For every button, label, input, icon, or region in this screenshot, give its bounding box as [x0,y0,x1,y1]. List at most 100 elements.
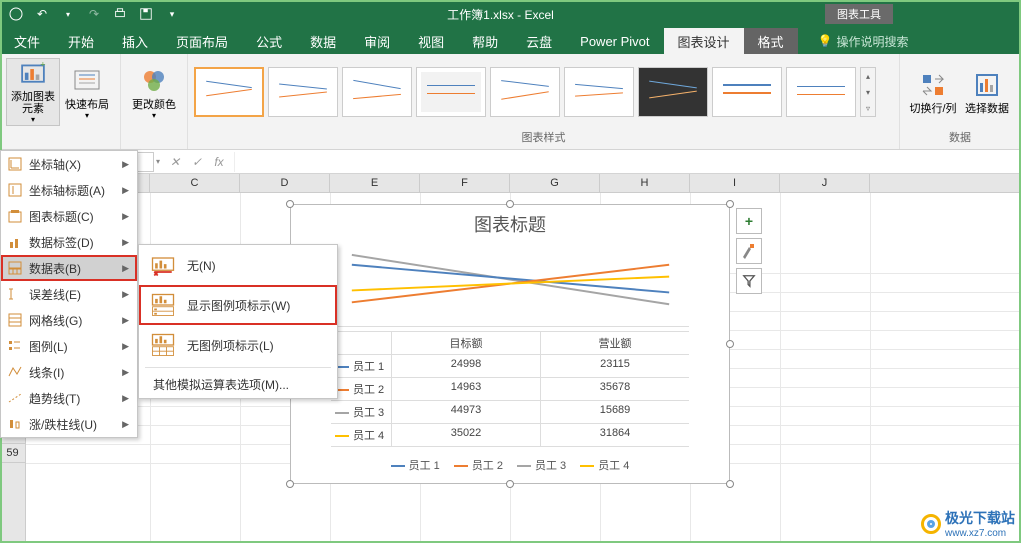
add-chart-element-label: 添加图表元素 [8,91,58,115]
row-header[interactable]: 59 [0,444,25,463]
col-header[interactable]: D [240,174,330,192]
menu-data-labels[interactable]: 数据标签(D)▶ [1,229,137,255]
menu-label: 趋势线(T) [29,390,80,407]
tab-help[interactable]: 帮助 [458,28,512,54]
chart-styles-button[interactable] [736,238,762,264]
menu-trendline[interactable]: 趋势线(T)▶ [1,385,137,411]
tab-format[interactable]: 格式 [744,28,798,54]
cancel-formula-button[interactable]: ✕ [164,152,186,172]
submenu-none[interactable]: 无(N) [139,245,337,285]
tab-view[interactable]: 视图 [404,28,458,54]
menu-lines[interactable]: 线条(I)▶ [1,359,137,385]
chart-style-3[interactable] [342,67,412,117]
menu-updown-bars[interactable]: 涨/跌柱线(U)▶ [1,411,137,437]
menu-label: 数据标签(D) [29,234,94,251]
menu-data-table[interactable]: 数据表(B)▶ [1,255,137,281]
dt-value: 44973 [391,401,540,423]
watermark-name: 极光下载站 [945,508,1015,528]
formula-bar: ▾ ✕ ✓ fx [0,150,1021,174]
undo-menu[interactable]: ▾ [56,2,80,26]
tab-formula[interactable]: 公式 [242,28,296,54]
chart-style-6[interactable] [564,67,634,117]
tab-file[interactable]: 文件 [0,28,54,54]
col-header[interactable]: G [510,174,600,192]
tab-data[interactable]: 数据 [296,28,350,54]
style-gallery-scroll[interactable]: ▴▾▿ [860,67,876,117]
submenu-more-options[interactable]: 其他模拟运算表选项(M)... [139,370,337,398]
undo-button[interactable]: ↶ [30,2,54,26]
chart-title[interactable]: 图表标题 [291,205,729,243]
menu-error-bars[interactable]: 误差线(E)▶ [1,281,137,307]
quick-access-toolbar: ↶ ▾ ↷ ▾ [4,2,184,26]
col-header[interactable]: F [420,174,510,192]
contextual-tab-label: 图表工具 [825,4,893,24]
col-header[interactable]: C [150,174,240,192]
chart-filter-button[interactable] [736,268,762,294]
menu-gridlines[interactable]: 网格线(G)▶ [1,307,137,333]
dt-value: 35678 [540,378,689,400]
tab-layout[interactable]: 页面布局 [162,28,242,54]
col-header[interactable]: H [600,174,690,192]
autosave-icon[interactable] [4,2,28,26]
dt-value: 35022 [391,424,540,446]
switch-row-col-button[interactable]: 切换行/列 [906,58,960,126]
fx-button[interactable]: fx [208,152,230,172]
enter-formula-button[interactable]: ✓ [186,152,208,172]
quick-layout-label: 快速布局 [65,99,109,111]
dt-value: 31864 [540,424,689,446]
tab-review[interactable]: 审阅 [350,28,404,54]
menu-label: 涨/跌柱线(U) [29,416,97,433]
tab-cloud[interactable]: 云盘 [512,28,566,54]
add-chart-element-menu: 坐标轴(X)▶ 坐标轴标题(A)▶ 图表标题(C)▶ 数据标签(D)▶ 数据表(… [0,150,138,438]
chart-plot-area[interactable]: 50000 40000 30000 20000 10000 0 [331,247,689,327]
ribbon: + 添加图表元素 ▾ 快速布局 ▾ 更改颜色 ▾ ▴▾▿ [0,54,1021,150]
save-button[interactable] [134,2,158,26]
tab-home[interactable]: 开始 [54,28,108,54]
menu-label: 坐标轴(X) [29,156,81,173]
add-chart-element-button[interactable]: + 添加图表元素 ▾ [6,58,60,126]
menu-axis[interactable]: 坐标轴(X)▶ [1,151,137,177]
menu-legend[interactable]: 图例(L)▶ [1,333,137,359]
menu-chart-title[interactable]: 图表标题(C)▶ [1,203,137,229]
tab-chart-design[interactable]: 图表设计 [664,28,744,54]
print-button[interactable] [108,2,132,26]
dt-header: 营业额 [540,332,689,354]
chart-style-4[interactable] [416,67,486,117]
menu-label: 数据表(B) [29,260,81,277]
tab-powerpivot[interactable]: Power Pivot [566,28,663,54]
col-header[interactable]: J [780,174,870,192]
chart-side-buttons: + [736,208,762,294]
chart-style-5[interactable] [490,67,560,117]
menu-label: 误差线(E) [29,286,81,303]
window-title: 工作簿1.xlsx - Excel [184,6,817,23]
dt-value: 14963 [391,378,540,400]
col-header[interactable]: I [690,174,780,192]
embedded-chart[interactable]: 图表标题 50000 40000 30000 20000 10000 0 目标额… [290,204,730,484]
formula-input[interactable] [234,152,1021,172]
tab-insert[interactable]: 插入 [108,28,162,54]
tell-me-search[interactable]: 💡 操作说明搜索 [818,28,909,54]
chart-data-table: 目标额 营业额 员工 12499823115 员工 21496335678 员工… [331,331,689,447]
chart-style-2[interactable] [268,67,338,117]
legend-item: 员工 4 [598,460,629,472]
chart-style-9[interactable] [786,67,856,117]
change-colors-button[interactable]: 更改颜色 ▾ [127,58,181,126]
data-group-label: 数据 [906,129,1014,145]
chart-style-8[interactable] [712,67,782,117]
chart-legend[interactable]: 员工 1 员工 2 员工 3 员工 4 [291,451,729,479]
chart-style-7[interactable] [638,67,708,117]
chart-style-1[interactable] [194,67,264,117]
menu-label: 线条(I) [29,364,64,381]
redo-button[interactable]: ↷ [82,2,106,26]
col-header[interactable]: E [330,174,420,192]
watermark: 极光下载站 www.xz7.com [921,508,1015,539]
chart-elements-button[interactable]: + [736,208,762,234]
quick-layout-button[interactable]: 快速布局 ▾ [60,58,114,126]
submenu-without-legend-keys[interactable]: 无图例项标示(L) [139,325,337,365]
column-headers: B C D E F G H I J [26,174,1021,193]
qat-customize[interactable]: ▾ [160,2,184,26]
menu-axis-title[interactable]: 坐标轴标题(A)▶ [1,177,137,203]
menu-label: 图例(L) [29,338,68,355]
submenu-with-legend-keys[interactable]: 显示图例项标示(W) [139,285,337,325]
select-data-button[interactable]: 选择数据 [960,58,1014,126]
